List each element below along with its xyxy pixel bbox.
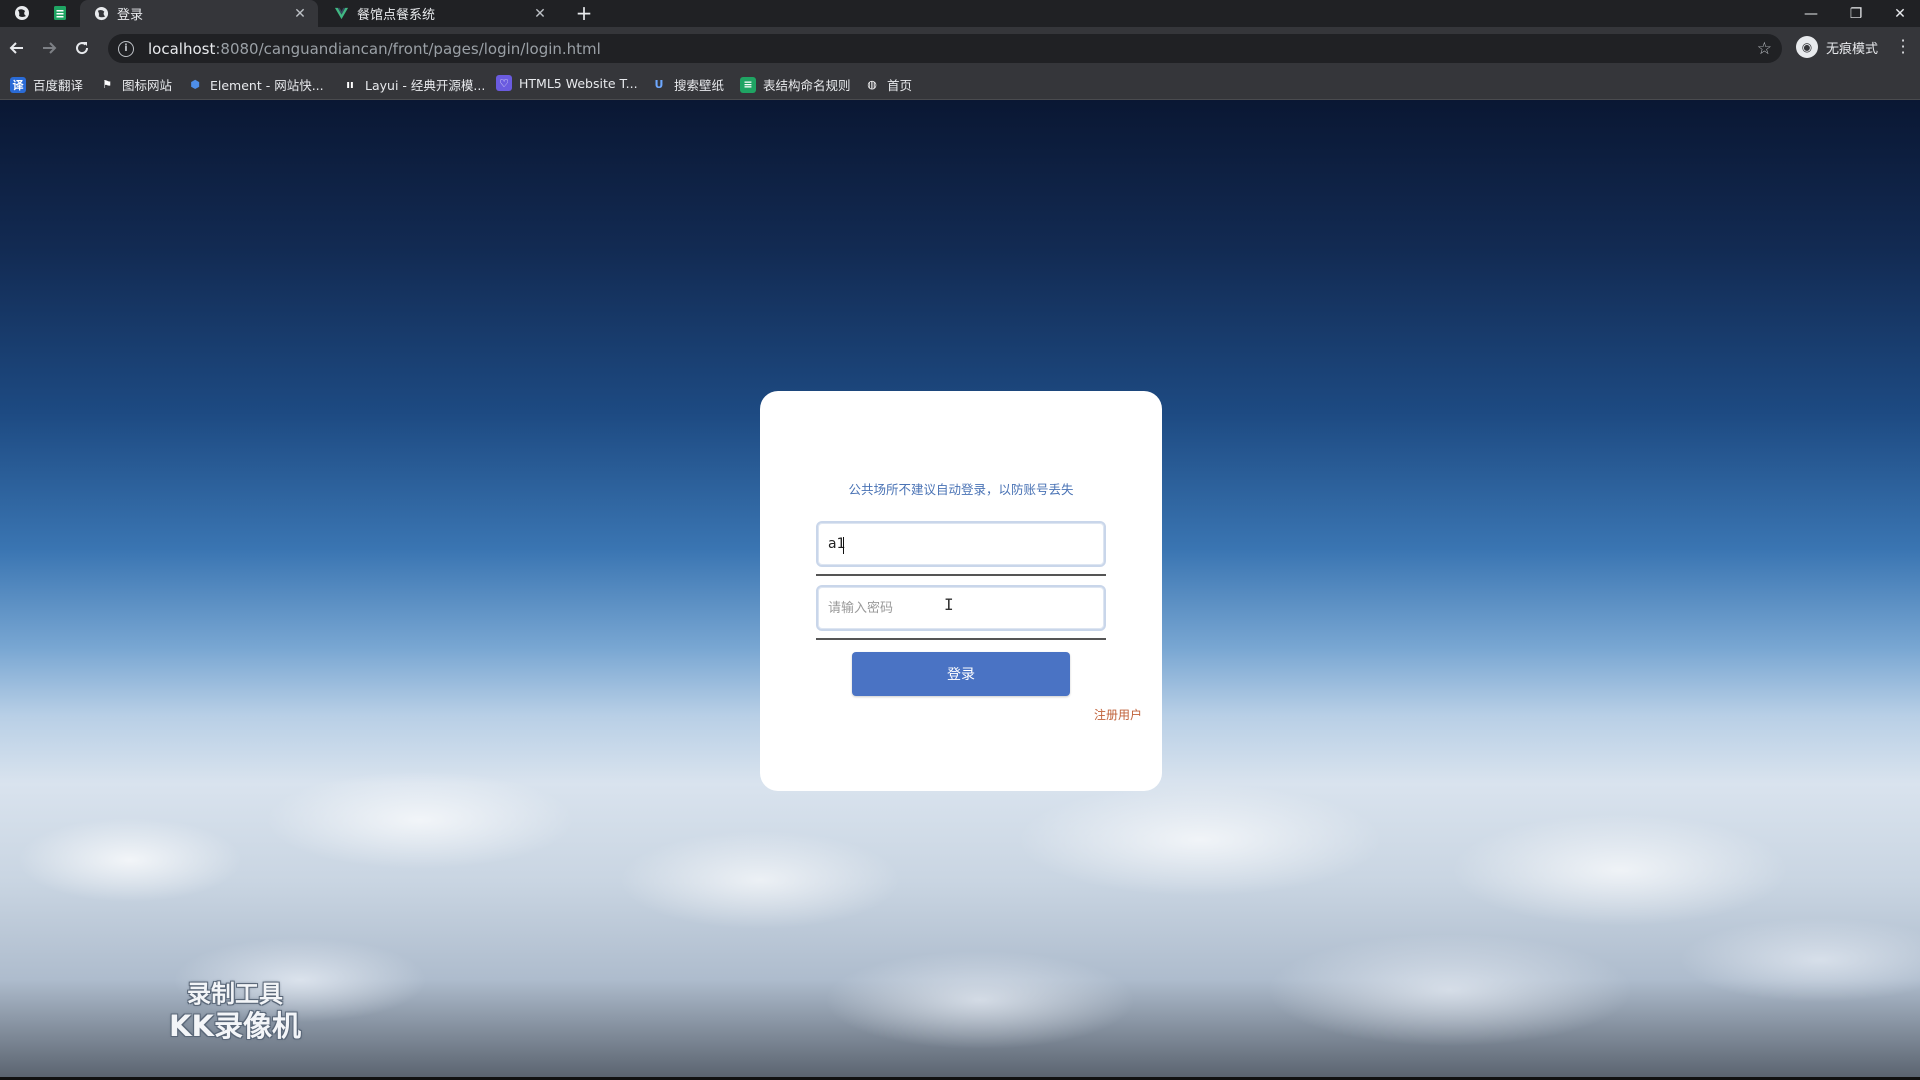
text-cursor: [843, 537, 844, 554]
tab-label: 登录: [117, 8, 144, 23]
html5-template-icon: ♡: [496, 75, 512, 91]
watermark-line1: 录制工具: [187, 980, 283, 1008]
recorder-watermark: 录制工具 KK录像机: [160, 978, 310, 1042]
pinned-tab-sheet-icon[interactable]: [52, 5, 68, 21]
sheet-icon: ≡: [740, 76, 756, 93]
reload-button[interactable]: [71, 37, 93, 59]
arrow-left-icon: [9, 42, 23, 54]
flag-icon: ⚑: [102, 78, 112, 91]
globe-icon: [94, 6, 109, 21]
login-card: 公共场所不建议自动登录，以防账号丢失 I 登录 注册用户: [760, 391, 1162, 791]
restore-button[interactable]: ❐: [1834, 0, 1878, 27]
tab-close-icon[interactable]: ✕: [532, 6, 548, 22]
incognito-label: 无痕模式: [1826, 41, 1879, 57]
register-link[interactable]: 注册用户: [1094, 706, 1142, 723]
password-input[interactable]: [816, 585, 1106, 631]
page-viewport: 公共场所不建议自动登录，以防账号丢失 I 登录 注册用户 录制工具 KK录像机: [0, 100, 1920, 1077]
browser-menu-icon[interactable]: · · ·: [1898, 33, 1908, 61]
element-icon: ⬢: [190, 78, 200, 91]
username-underline: [816, 574, 1106, 576]
close-window-button[interactable]: ✕: [1878, 0, 1920, 27]
login-button[interactable]: 登录: [852, 652, 1070, 696]
bookmark-table-naming[interactable]: ≡ 表结构命名规则: [740, 75, 851, 94]
new-tab-button[interactable]: +: [573, 2, 595, 24]
vue-icon: [334, 7, 349, 20]
globe-icon: ◍: [867, 78, 877, 91]
security-notice: 公共场所不建议自动登录，以防账号丢失: [848, 482, 1074, 497]
reload-icon: [76, 42, 89, 55]
bookmark-star-icon[interactable]: ☆: [1757, 39, 1772, 59]
browser-toolbar: i localhost:8080/canguandiancan/front/pa…: [0, 27, 1920, 69]
minimize-button[interactable]: —: [1789, 0, 1833, 27]
ibeam-cursor-icon: I: [944, 595, 954, 614]
wallpaper-icon: U: [654, 78, 664, 91]
layui-icon: ıı: [346, 78, 354, 91]
bookmark-layui[interactable]: ıı Layui - 经典开源模...: [342, 75, 485, 94]
tab-login[interactable]: 登录 ✕: [80, 0, 318, 27]
browser-tab-bar: 登录 ✕ 餐馆点餐系统 ✕ + — ❐ ✕: [0, 0, 1920, 27]
bookmark-baidu-translate[interactable]: 译 百度翻译: [10, 75, 83, 94]
forward-button[interactable]: [38, 37, 60, 59]
site-info-icon[interactable]: i: [118, 40, 134, 57]
tab-label: 餐馆点餐系统: [357, 8, 436, 23]
password-underline: [816, 638, 1106, 640]
arrow-right-icon: [43, 42, 57, 54]
back-button[interactable]: [6, 37, 28, 59]
url-text: localhost:8080/canguandiancan/front/page…: [148, 39, 601, 58]
tab-close-icon[interactable]: ✕: [292, 6, 308, 22]
username-input[interactable]: [816, 521, 1106, 567]
bookmark-icon-site[interactable]: ⚑ 图标网站: [99, 75, 172, 94]
incognito-icon: ◉: [1796, 36, 1818, 58]
address-bar[interactable]: i localhost:8080/canguandiancan/front/pa…: [108, 34, 1782, 63]
bookmark-html5-template[interactable]: ♡ HTML5 Website T...: [496, 75, 638, 91]
bookmark-element[interactable]: ⬢ Element - 网站快...: [187, 75, 323, 94]
watermark-line2: KK录像机: [169, 1009, 301, 1043]
bookmark-wallpaper[interactable]: U 搜索壁纸: [651, 75, 724, 94]
translate-icon: 译: [10, 76, 26, 93]
browser-globe-icon[interactable]: [14, 5, 30, 21]
bookmarks-bar: 译 百度翻译 ⚑ 图标网站 ⬢ Element - 网站快... ıı Layu…: [0, 69, 1920, 100]
tab-restaurant-system[interactable]: 餐馆点餐系统 ✕: [320, 0, 558, 27]
incognito-indicator[interactable]: ◉ 无痕模式: [1796, 36, 1878, 58]
bookmark-home[interactable]: ◍ 首页: [864, 75, 912, 94]
